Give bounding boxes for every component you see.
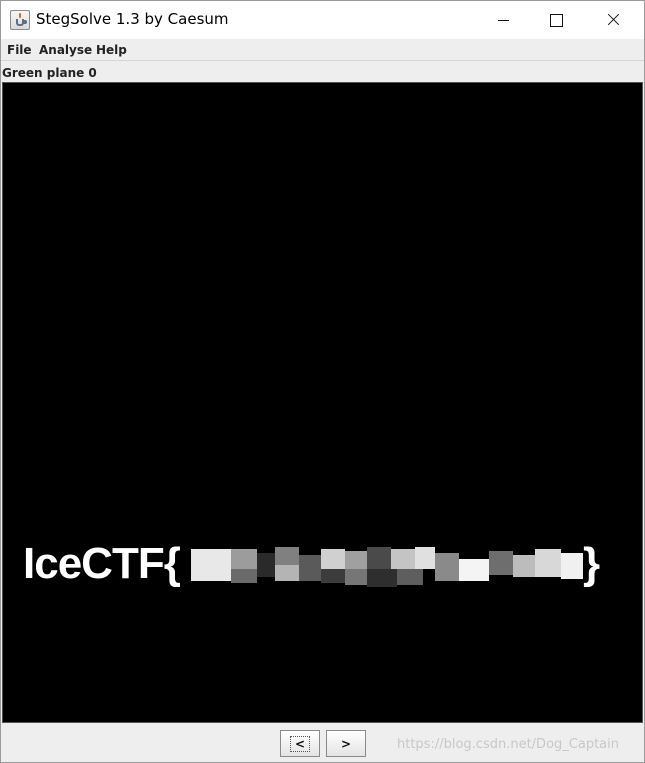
minimize-icon[interactable] [481, 1, 527, 39]
menu-file[interactable]: File [7, 43, 32, 57]
close-icon[interactable] [591, 1, 637, 39]
plane-label: Green plane 0 [2, 66, 97, 80]
next-label: > [340, 736, 352, 751]
menu-analyse[interactable]: Analyse [39, 43, 92, 57]
maximize-icon[interactable] [533, 1, 579, 39]
watermark-text: https://blog.csdn.net/Dog_Captain [397, 737, 619, 752]
window-title: StegSolve 1.3 by Caesum [36, 10, 229, 28]
image-viewer: IceCTF{ } [2, 82, 643, 723]
flag-text-suffix: } [583, 539, 601, 588]
prev-plane-button[interactable]: < [280, 730, 320, 757]
menu-bar: File Analyse Help [1, 39, 644, 61]
prev-label: < [289, 735, 311, 752]
pixelated-redaction [191, 545, 583, 591]
next-plane-button[interactable]: > [326, 730, 366, 757]
title-bar[interactable]: StegSolve 1.3 by Caesum [1, 1, 644, 39]
flag-text-prefix: IceCTF{ [23, 539, 181, 588]
java-cup-icon [10, 10, 30, 30]
stegsolve-window: StegSolve 1.3 by Caesum File Analyse Hel… [0, 0, 645, 763]
menu-help[interactable]: Help [96, 43, 127, 57]
